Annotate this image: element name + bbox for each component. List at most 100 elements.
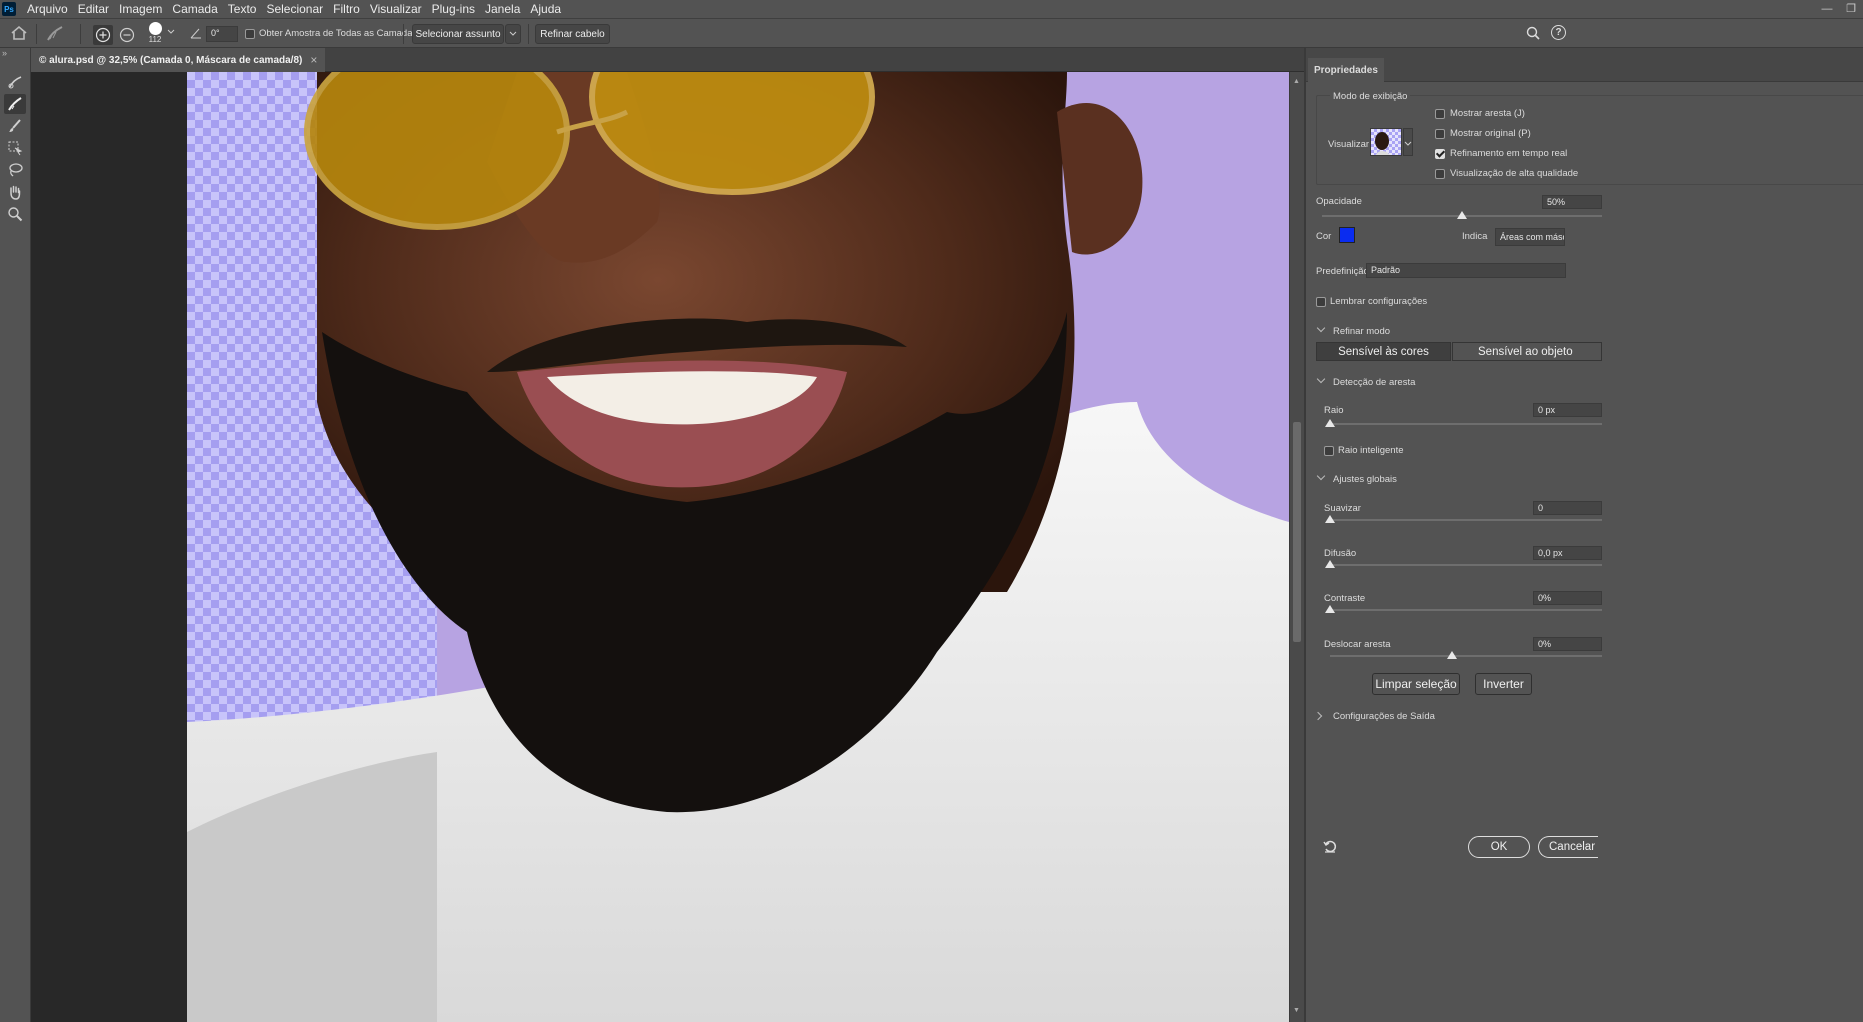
sample-all-layers-option[interactable]: Obter Amostra de Todas as Camadas [245, 28, 417, 39]
radius-slider-track[interactable] [1330, 423, 1602, 425]
menu-plugins[interactable]: Plug-ins [427, 2, 480, 16]
show-original-checkbox[interactable] [1435, 128, 1445, 139]
radius-slider-thumb[interactable] [1325, 419, 1335, 427]
show-original-option[interactable]: Mostrar original (P) [1435, 128, 1531, 139]
color-aware-mode-button[interactable]: Sensível às cores [1316, 342, 1451, 361]
document-tab[interactable]: © alura.psd @ 32,5% (Camada 0, Máscara d… [31, 48, 326, 72]
view-mode-thumbnail[interactable] [1370, 128, 1402, 156]
portrait-photo [187, 72, 1289, 1022]
close-icon[interactable]: × [310, 53, 317, 67]
chevron-down-icon[interactable] [167, 28, 175, 39]
scroll-down-icon[interactable]: ▼ [1293, 1007, 1300, 1014]
help-icon[interactable]: ? [1551, 25, 1566, 40]
smart-radius-option[interactable]: Raio inteligente [1324, 445, 1404, 456]
quick-selection-tool-icon[interactable] [4, 72, 26, 92]
document-image[interactable] [187, 72, 1289, 1022]
scroll-up-icon[interactable]: ▲ [1293, 78, 1300, 85]
angle-icon [190, 27, 202, 42]
restore-icon[interactable]: ❐ [1839, 0, 1863, 18]
object-selection-tool-icon[interactable] [4, 138, 26, 158]
show-edge-option[interactable]: Mostrar aresta (J) [1435, 108, 1525, 119]
refine-hair-button[interactable]: Refinar cabelo [535, 24, 610, 44]
search-icon[interactable] [1526, 26, 1540, 43]
reset-icon[interactable] [1322, 838, 1338, 857]
add-to-selection-icon[interactable] [93, 25, 113, 45]
realtime-refinement-checkbox[interactable] [1435, 148, 1445, 159]
chevron-down-icon[interactable] [1316, 323, 1326, 333]
select-subject-button[interactable]: Selecionar assunto [412, 24, 504, 44]
lasso-tool-icon[interactable] [4, 160, 26, 180]
opacity-label: Opacidade [1316, 196, 1362, 207]
remember-settings-option[interactable]: Lembrar configurações [1316, 296, 1427, 307]
menu-janela[interactable]: Janela [480, 2, 525, 16]
minimize-icon[interactable]: — [1815, 0, 1839, 18]
show-edge-label: Mostrar aresta (J) [1450, 108, 1525, 119]
refine-edge-brush-preset-icon[interactable] [44, 24, 66, 44]
show-edge-checkbox[interactable] [1435, 108, 1445, 119]
shift-edge-slider-track[interactable] [1330, 655, 1602, 657]
menu-selecionar[interactable]: Selecionar [261, 2, 328, 16]
indicates-label: Indica [1462, 231, 1488, 242]
chevron-down-icon[interactable] [1316, 374, 1326, 384]
ok-button[interactable]: OK [1468, 836, 1530, 858]
contrast-slider-thumb[interactable] [1325, 605, 1335, 613]
contrast-value[interactable]: 0% [1533, 591, 1602, 605]
zoom-tool-icon[interactable] [4, 204, 26, 224]
menu-arquivo[interactable]: Arquivo [22, 2, 73, 16]
output-settings-label[interactable]: Configurações de Saída [1333, 711, 1435, 722]
brush-size-value: 112 [148, 35, 162, 44]
preset-select[interactable]: Padrão [1366, 263, 1566, 278]
scroll-thumb[interactable] [1293, 422, 1301, 642]
expand-panel-icon[interactable]: » [2, 48, 7, 58]
hand-tool-icon[interactable] [4, 182, 26, 202]
shift-edge-value[interactable]: 0% [1533, 637, 1602, 651]
sample-all-layers-checkbox[interactable] [245, 28, 255, 39]
view-mode-dropdown[interactable] [1403, 128, 1413, 156]
invert-button[interactable]: Inverter [1475, 673, 1532, 695]
smooth-value[interactable]: 0 [1533, 501, 1602, 515]
menu-camada[interactable]: Camada [167, 2, 222, 16]
feather-value[interactable]: 0,0 px [1533, 546, 1602, 560]
remember-settings-checkbox[interactable] [1316, 296, 1326, 307]
properties-tab[interactable]: Propriedades [1308, 58, 1384, 82]
object-aware-mode-button[interactable]: Sensível ao objeto [1452, 342, 1602, 361]
menu-imagem[interactable]: Imagem [114, 2, 167, 16]
refine-edge-brush-tool-icon[interactable] [4, 94, 26, 114]
menu-texto[interactable]: Texto [223, 2, 262, 16]
smart-radius-checkbox[interactable] [1324, 445, 1334, 456]
vertical-scrollbar[interactable]: ▲ ▼ [1289, 72, 1304, 1022]
select-subject-dropdown[interactable] [505, 24, 521, 44]
chevron-down-icon[interactable] [1316, 471, 1326, 481]
opacity-value[interactable]: 50% [1542, 195, 1602, 209]
feather-slider-thumb[interactable] [1325, 560, 1335, 568]
chevron-down-icon [1404, 141, 1412, 146]
menu-bar: Ps Arquivo Editar Imagem Camada Texto Se… [0, 0, 1863, 18]
clear-selection-button[interactable]: Limpar seleção [1372, 673, 1460, 695]
canvas-area[interactable] [31, 72, 1289, 1022]
high-quality-preview-checkbox[interactable] [1435, 168, 1445, 179]
indicates-select[interactable]: Áreas com máscara [1495, 228, 1565, 246]
chevron-right-icon[interactable] [1313, 711, 1323, 721]
smooth-slider-track[interactable] [1330, 519, 1602, 521]
menu-filtro[interactable]: Filtro [328, 2, 365, 16]
home-icon[interactable] [10, 25, 28, 44]
brush-size-picker[interactable]: 112 [145, 22, 165, 48]
overlay-color-swatch[interactable] [1339, 227, 1355, 243]
smooth-slider-thumb[interactable] [1325, 515, 1335, 523]
smooth-label: Suavizar [1324, 503, 1361, 514]
subtract-from-selection-icon[interactable] [117, 25, 137, 45]
high-quality-preview-option[interactable]: Visualização de alta qualidade [1435, 168, 1578, 179]
angle-input[interactable]: 0° [206, 26, 238, 42]
shift-edge-slider-thumb[interactable] [1447, 651, 1457, 659]
radius-value[interactable]: 0 px [1533, 403, 1602, 417]
menu-ajuda[interactable]: Ajuda [525, 2, 566, 16]
contrast-slider-track[interactable] [1330, 609, 1602, 611]
feather-slider-track[interactable] [1330, 564, 1602, 566]
menu-editar[interactable]: Editar [73, 2, 114, 16]
remember-settings-label: Lembrar configurações [1330, 296, 1428, 307]
cancel-button[interactable]: Cancelar [1538, 836, 1598, 858]
realtime-refinement-option[interactable]: Refinamento em tempo real [1435, 148, 1567, 159]
opacity-slider-thumb[interactable] [1457, 211, 1467, 219]
menu-visualizar[interactable]: Visualizar [365, 2, 427, 16]
brush-tool-icon[interactable] [4, 116, 26, 136]
